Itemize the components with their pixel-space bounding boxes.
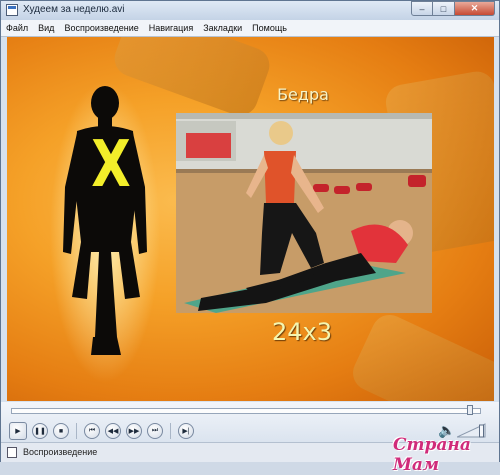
body-part-label: Бедра [277, 85, 329, 104]
fast-forward-button[interactable]: ▶▶ [126, 423, 142, 439]
skip-back-icon: ⏮ [88, 427, 96, 434]
play-button[interactable]: ▶ [9, 422, 27, 440]
watermark: Страна Мам [393, 435, 471, 475]
status-document-icon [7, 447, 17, 458]
step-button[interactable]: ▶| [178, 423, 194, 439]
video-frame[interactable]: X Бедра 24x3 [7, 37, 494, 401]
menu-bar: Файл Вид Воспроизведение Навигация Закла… [1, 20, 499, 37]
reps-label: 24x3 [271, 318, 332, 346]
step-forward-icon: ▶| [182, 428, 190, 435]
silhouette-x-mark: X [91, 128, 131, 202]
rewind-button[interactable]: ◀◀ [105, 423, 121, 439]
media-player-window: Худеем за неделю.avi – □ ✕ Файл Вид Восп… [0, 0, 500, 475]
seek-thumb[interactable] [467, 405, 474, 415]
play-icon: ▶ [15, 428, 21, 435]
toolbar-separator [76, 423, 77, 439]
skip-forward-icon: ⏭ [151, 427, 159, 434]
skip-back-button[interactable]: ⏮ [84, 423, 100, 439]
window-title: Худеем за неделю.avi [23, 4, 125, 15]
toolbar-separator [170, 423, 171, 439]
menu-bookmarks[interactable]: Закладки [198, 23, 247, 33]
maximize-button[interactable]: □ [433, 1, 455, 16]
pause-button[interactable]: ❚❚ [32, 423, 48, 439]
rewind-icon: ◀◀ [107, 428, 119, 435]
menu-file[interactable]: Файл [1, 23, 33, 33]
app-icon[interactable] [6, 4, 18, 16]
menu-help[interactable]: Помощь [247, 23, 292, 33]
exercise-illustration [176, 113, 432, 313]
exercise-photo [176, 113, 432, 313]
control-buttons: ▶ ❚❚ ■ ⏮ ◀◀ ▶▶ ⏭ ▶| [9, 422, 194, 440]
status-text: Воспроизведение [23, 447, 98, 457]
close-button[interactable]: ✕ [455, 1, 495, 16]
fast-forward-icon: ▶▶ [128, 428, 140, 435]
stop-button[interactable]: ■ [53, 423, 69, 439]
menu-view[interactable]: Вид [33, 23, 59, 33]
skip-forward-button[interactable]: ⏭ [147, 423, 163, 439]
caption-buttons: – □ ✕ [411, 1, 495, 16]
menu-playback[interactable]: Воспроизведение [59, 23, 143, 33]
title-bar[interactable]: Худеем за неделю.avi – □ ✕ [1, 1, 499, 21]
minimize-button[interactable]: – [411, 1, 433, 16]
seek-bar[interactable] [11, 405, 481, 415]
menu-navigation[interactable]: Навигация [144, 23, 198, 33]
pause-icon: ❚❚ [34, 428, 46, 435]
stop-icon: ■ [58, 427, 64, 435]
